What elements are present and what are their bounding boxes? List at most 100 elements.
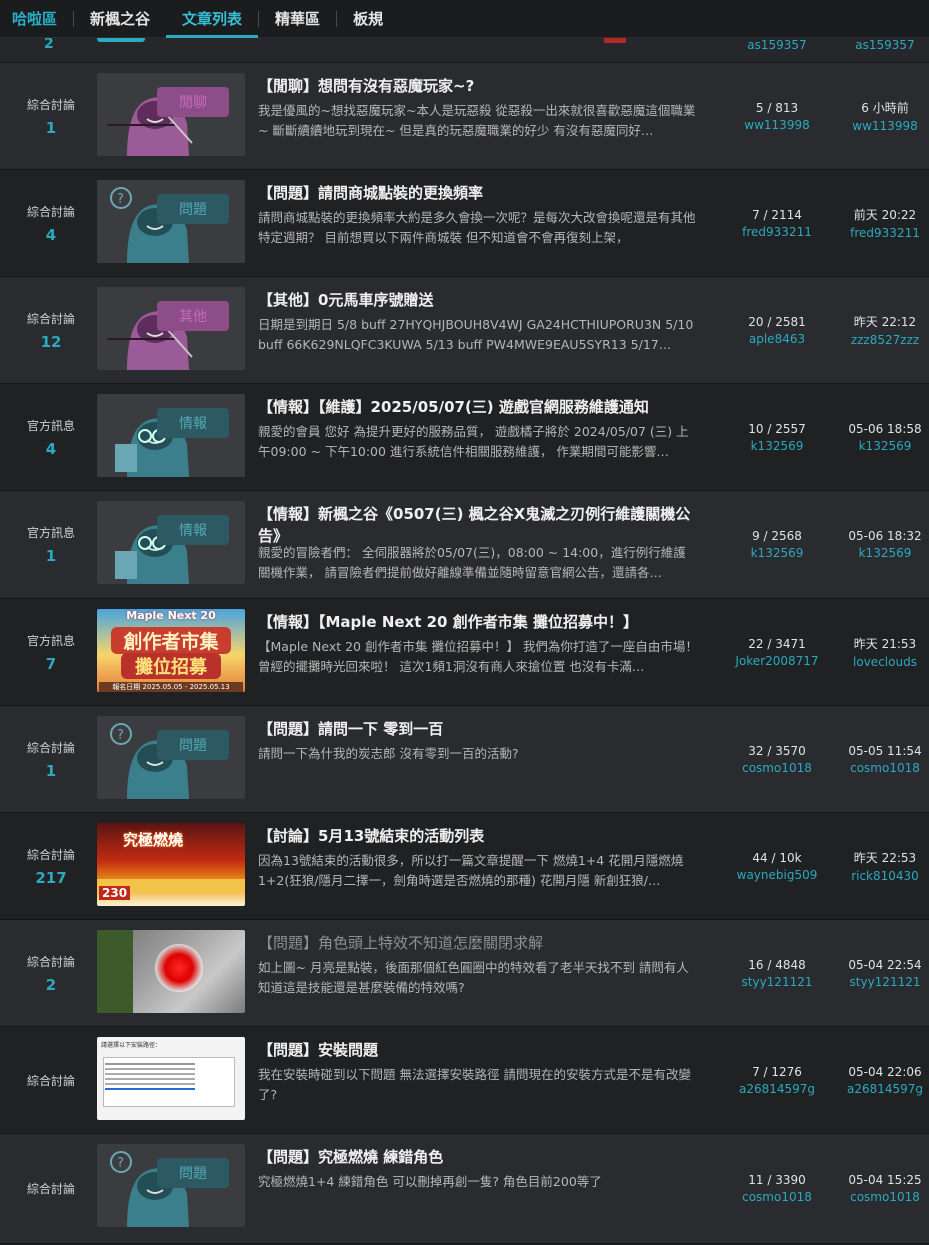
board-name[interactable]: 綜合討論 — [27, 310, 75, 327]
event-banner-thumbnail[interactable]: Maple Next 20 創作者市集 攤位招募 報名日期 2025.05.05 - … — [97, 609, 245, 692]
article-row[interactable]: 官方訊息 1 情報 【情報】新楓之谷《0507(三) 楓之谷X鬼滅之刃例行維護關機公告… — [0, 491, 929, 599]
board-name[interactable]: 官方訊息 — [27, 417, 75, 434]
last-reply-time[interactable]: 昨天 21:53 — [854, 635, 916, 652]
author-link[interactable]: fred933211 — [742, 225, 812, 239]
author-link[interactable]: cosmo1018 — [742, 761, 812, 775]
placeholder-thumbnail[interactable]: ? 問題 — [97, 180, 245, 263]
partial-author-link[interactable]: as159357 — [732, 38, 822, 52]
nav-brand-link[interactable]: 哈啦區 — [0, 0, 73, 38]
author-link[interactable]: a26814597g — [739, 1082, 815, 1096]
article-title-link[interactable]: 【問題】究極燃燒 練錯角色 — [258, 1146, 698, 1168]
last-reply-user-link[interactable]: cosmo1018 — [850, 761, 920, 775]
article-row[interactable]: 綜合討論 請選擇以下安裝路徑： 【問題】安裝問題 我在安裝時碰到以下問題 無法選擇安裝… — [0, 1027, 929, 1134]
board-name[interactable]: 綜合討論 — [27, 1180, 75, 1197]
placeholder-thumbnail[interactable]: 其他 — [97, 287, 245, 370]
article-row[interactable]: 綜合討論 217 究極燃燒 230 【討論】5月13號結束的活動列表 因為13號結束的活動… — [0, 813, 929, 920]
last-reply-info: 昨天 22:12 zzz8527zzz — [835, 277, 929, 383]
reply-view-stats: 22 / 3471 Joker2008717 — [727, 599, 827, 705]
article-snippet: 我是優風的~想找惡魔玩家~本人是玩惡殺 從惡殺一出來就很喜歡惡魔這個職業~ 斷斷… — [258, 103, 696, 138]
article-row[interactable]: 綜合討論 4? 問題 【問題】請問商城點裝的更換頻率 請問商城點裝的更換頻率大約是多久會… — [0, 170, 929, 277]
article-row[interactable]: 綜合討論 ? 問題 【問題】究極燃燒 練錯角色究極燃燒1+4 練錯角色 可以刪掉再創一… — [0, 1134, 929, 1244]
last-reply-user-link[interactable]: a26814597g — [847, 1082, 923, 1096]
board-name[interactable]: 綜合討論 — [27, 739, 75, 756]
board-name[interactable]: 綜合討論 — [27, 96, 75, 113]
article-title-link[interactable]: 【情報】【維護】2025/05/07(三) 遊戲官網服務維護通知 — [258, 396, 698, 418]
board-info: 綜合討論 — [14, 1027, 88, 1133]
article-row[interactable]: 綜合討論 2 【問題】角色頭上特效不知道怎麼關閉求解 如上圖~ 月亮是點裝，後面那個紅… — [0, 920, 929, 1027]
board-name[interactable]: 綜合討論 — [27, 203, 75, 220]
screenshot-thumbnail[interactable] — [97, 930, 245, 1013]
nav-tab-game[interactable]: 新楓之谷 — [74, 0, 166, 38]
last-reply-time[interactable]: 昨天 22:12 — [854, 313, 916, 330]
last-reply-time[interactable]: 昨天 22:53 — [854, 849, 916, 866]
article-title-link[interactable]: 【其他】0元馬車序號贈送 — [258, 289, 698, 311]
board-name[interactable]: 綜合討論 — [27, 1072, 75, 1089]
last-reply-time[interactable]: 前天 20:22 — [854, 206, 916, 223]
last-reply-user-link[interactable]: k132569 — [859, 439, 912, 453]
author-link[interactable]: ww113998 — [744, 118, 809, 132]
nav-tab-rules[interactable]: 板規 — [337, 0, 399, 38]
nav-tab-article-list[interactable]: 文章列表 — [166, 0, 259, 38]
placeholder-thumbnail[interactable]: ? 問題 — [97, 716, 245, 799]
dialog-screenshot-thumbnail[interactable]: 請選擇以下安裝路徑： — [97, 1037, 245, 1120]
partial-list-row[interactable]: 2 as159357 as159357 — [0, 38, 929, 63]
board-info: 綜合討論 2 — [14, 920, 88, 1026]
last-reply-time[interactable]: 05-06 18:32 — [848, 529, 921, 543]
placeholder-thumbnail[interactable]: 情報 — [97, 394, 245, 477]
last-reply-time[interactable]: 05-04 15:25 — [848, 1173, 921, 1187]
article-title-link[interactable]: 【問題】請問商城點裝的更換頻率 — [258, 182, 698, 204]
last-reply-time[interactable]: 05-05 11:54 — [848, 744, 921, 758]
article-row[interactable]: 官方訊息 7 Maple Next 20 創作者市集 攤位招募 報名日期 2025.05.… — [0, 599, 929, 706]
burning-event-thumbnail[interactable]: 究極燃燒 230 — [97, 823, 245, 906]
article-title-link[interactable]: 【問題】請問一下 零到一百 — [258, 718, 698, 740]
author-link[interactable]: aple8463 — [749, 332, 805, 346]
reply-view-count: 5 / 813 — [755, 100, 799, 115]
board-info: 綜合討論 217 — [14, 813, 88, 919]
article-row[interactable]: 綜合討論 12 其他 【其他】0元馬車序號贈送 日期是到期日 5/8 buff 27HY… — [0, 277, 929, 384]
author-link[interactable]: waynebig509 — [737, 868, 818, 882]
partial-thumbnail — [97, 38, 145, 42]
last-reply-user-link[interactable]: fred933211 — [850, 226, 920, 240]
article-snippet: 究極燃燒1+4 練錯角色 可以刪掉再創一隻? 角色目前200等了 — [258, 1174, 602, 1189]
placeholder-thumbnail[interactable]: 閒聊 — [97, 73, 245, 156]
board-name[interactable]: 綜合討論 — [27, 846, 75, 863]
article-title-link[interactable]: 【問題】安裝問題 — [258, 1039, 698, 1061]
board-count: 217 — [35, 868, 67, 887]
author-link[interactable]: Joker2008717 — [735, 654, 818, 668]
author-link[interactable]: k132569 — [751, 439, 804, 453]
last-reply-time[interactable]: 05-04 22:06 — [848, 1065, 921, 1079]
last-reply-info: 昨天 22:53 rick810430 — [835, 813, 929, 919]
last-reply-user-link[interactable]: rick810430 — [851, 869, 919, 883]
article-title-link[interactable]: 【問題】角色頭上特效不知道怎麼關閉求解 — [258, 932, 698, 954]
article-title-link[interactable]: 【討論】5月13號結束的活動列表 — [258, 825, 698, 847]
article-row[interactable]: 綜合討論 1? 問題 【問題】請問一下 零到一百 請問一下為什我的炭志郎 沒有零到一百的… — [0, 706, 929, 813]
board-name[interactable]: 綜合討論 — [27, 953, 75, 970]
last-reply-user-link[interactable]: k132569 — [859, 546, 912, 560]
reply-view-count: 7 / 2114 — [752, 207, 802, 222]
last-reply-user-link[interactable]: cosmo1018 — [850, 1190, 920, 1204]
article-title-link[interactable]: 【情報】【Maple Next 20 創作者市集 攤位招募中！】 — [258, 611, 698, 633]
placeholder-thumbnail[interactable]: 情報 — [97, 501, 245, 584]
nav-tab-featured[interactable]: 精華區 — [259, 0, 336, 38]
reply-view-count: 11 / 3390 — [748, 1173, 806, 1187]
last-reply-time[interactable]: 05-04 22:54 — [848, 958, 921, 972]
article-title-link[interactable]: 【情報】新楓之谷《0507(三) 楓之谷X鬼滅之刃例行維護關機公告》 — [258, 503, 698, 547]
last-reply-time[interactable]: 6 小時前 — [861, 99, 908, 116]
reply-view-stats: 32 / 3570 cosmo1018 — [727, 706, 827, 812]
article-row[interactable]: 官方訊息 4 情報 【情報】【維護】2025/05/07(三) 遊戲官網服務維護通知親… — [0, 384, 929, 491]
board-name[interactable]: 官方訊息 — [27, 632, 75, 649]
article-title-link[interactable]: 【閒聊】想問有沒有惡魔玩家~? — [258, 75, 698, 97]
last-reply-user-link[interactable]: styy121121 — [850, 975, 921, 989]
author-link[interactable]: cosmo1018 — [742, 1190, 812, 1204]
author-link[interactable]: styy121121 — [742, 975, 813, 989]
partial-last-user-link[interactable]: as159357 — [840, 38, 929, 52]
article-row[interactable]: 綜合討論 1 閒聊 【閒聊】想問有沒有惡魔玩家~? 我是優風的~想找惡魔玩家~本人是玩惡… — [0, 63, 929, 170]
placeholder-thumbnail[interactable]: ? 問題 — [97, 1144, 245, 1227]
last-reply-user-link[interactable]: ww113998 — [852, 119, 917, 133]
board-name[interactable]: 官方訊息 — [27, 524, 75, 541]
last-reply-user-link[interactable]: zzz8527zzz — [851, 333, 919, 347]
last-reply-time[interactable]: 05-06 18:58 — [848, 422, 921, 436]
category-bubble: 問題 — [157, 194, 229, 224]
last-reply-user-link[interactable]: loveclouds — [853, 655, 917, 669]
author-link[interactable]: k132569 — [751, 546, 804, 560]
